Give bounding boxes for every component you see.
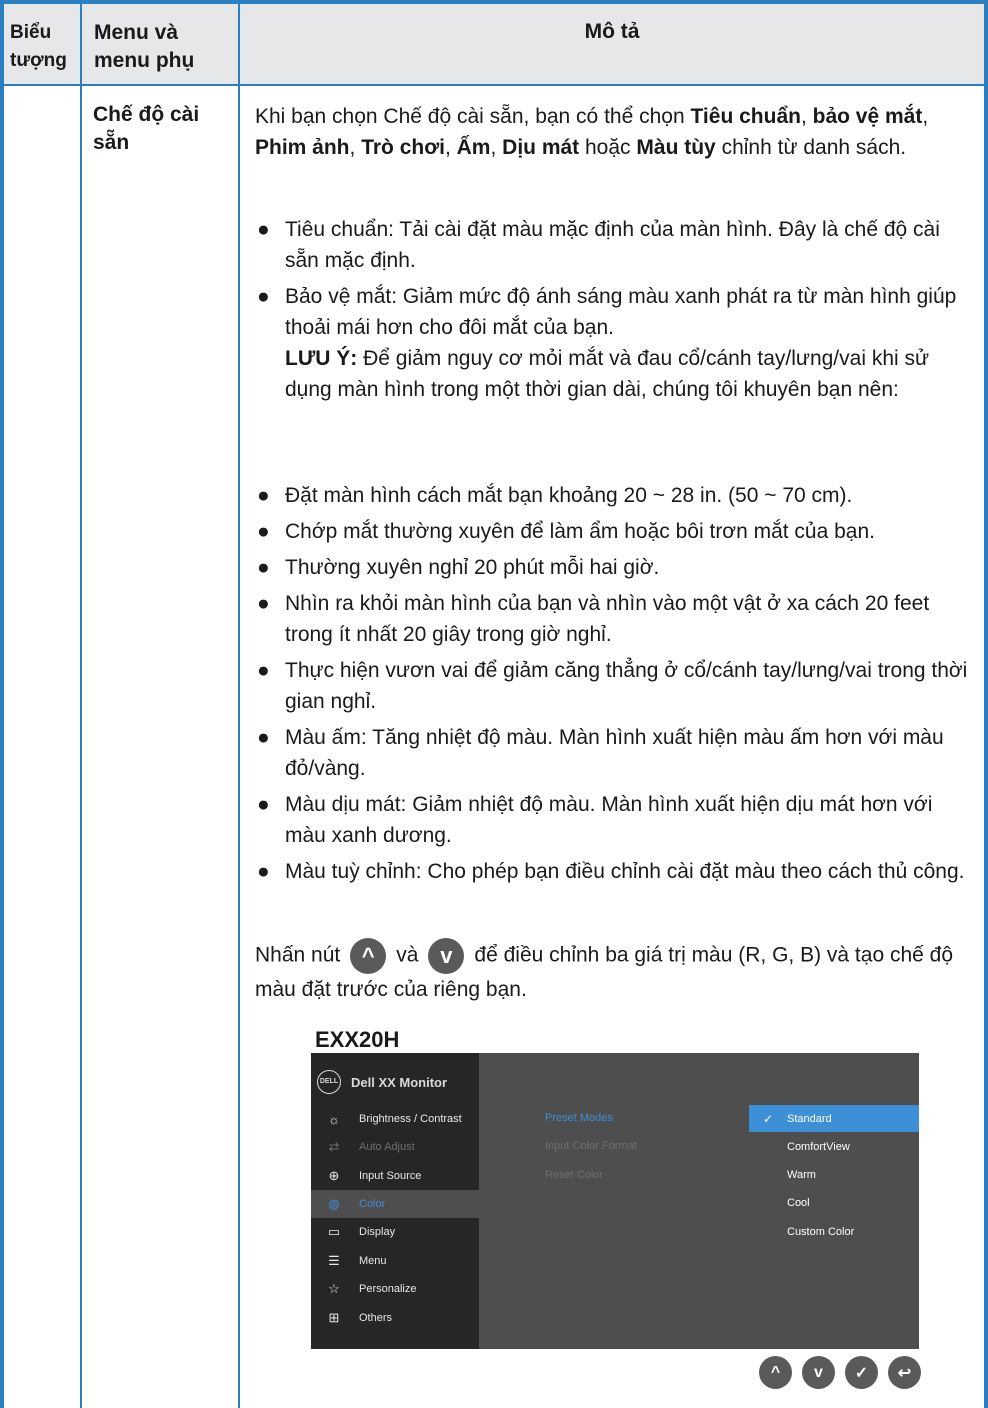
dell-logo: DELL: [317, 1070, 341, 1094]
list-item: ● Màu tuỳ chỉnh: Cho phép bạn điều chỉnh …: [257, 860, 965, 883]
eye-care-bullets: ● Đặt màn hình cách mắt bạn khoảng 20 ~ 2…: [255, 480, 977, 892]
table-border-right: [984, 0, 988, 1408]
osd-sidebar: DELL Dell XX Monitor ☼ Brightness / Contr…: [311, 1053, 479, 1349]
color-icon: ◍: [328, 1196, 340, 1211]
osd-item-others[interactable]: ⊞ Others: [311, 1304, 479, 1332]
osd-item-auto-adjust[interactable]: ⇄ Auto Adjust: [311, 1133, 479, 1161]
osd-item-brightness[interactable]: ☼ Brightness / Contrast: [311, 1105, 479, 1133]
monitor-model: EXX20H: [315, 1027, 400, 1052]
osd-item-menu[interactable]: ☰ Menu: [311, 1247, 479, 1275]
down-button-icon: v: [428, 938, 465, 974]
osd-brand: DELL Dell XX Monitor: [317, 1069, 447, 1095]
list-item: ● Thực hiện vươn vai để giảm căng thẳng ở…: [257, 659, 968, 713]
osd-nav-buttons: ^ v ✓ ↩: [759, 1356, 921, 1389]
osd-sub-reset-color[interactable]: Reset Color: [545, 1169, 603, 1181]
osd-option-cool[interactable]: Cool: [749, 1189, 919, 1216]
table-border-left: [0, 0, 4, 1408]
osd-screenshot: DELL Dell XX Monitor ☼ Brightness / Contr…: [311, 1053, 919, 1349]
note-label: LƯU Ý:: [285, 347, 358, 370]
osd-sub-preset-modes[interactable]: Preset Modes: [545, 1112, 613, 1124]
menu-name-preset-modes: Chế độ cài sẵn: [93, 103, 200, 154]
list-item: ● Màu dịu mát: Giảm nhiệt độ màu. Màn hìn…: [257, 793, 933, 847]
osd-option-custom-color[interactable]: Custom Color: [749, 1218, 919, 1245]
list-item: ● Tiêu chuẩn: Tải cài đặt màu mặc định củ…: [257, 218, 940, 272]
display-icon: ▭: [327, 1224, 341, 1239]
list-item: ● Thường xuyên nghỉ 20 phút mỗi hai giờ.: [257, 556, 660, 579]
up-icon[interactable]: ^: [759, 1356, 792, 1389]
list-item: ● Bảo vệ mắt: Giảm mức độ ánh sáng màu xa…: [257, 285, 957, 401]
osd-brand-name: Dell XX Monitor: [351, 1074, 448, 1090]
up-button-icon: ^: [350, 938, 387, 974]
list-item: ● Chớp mắt thường xuyên để làm ẩm hoặc bô…: [257, 520, 875, 543]
auto-adjust-icon: ⇄: [328, 1139, 340, 1154]
input-source-icon: ⊕: [328, 1168, 340, 1183]
press-instruction: Nhấn nút ^ và v để điều chỉnh ba giá trị màu…: [255, 938, 975, 1005]
column-divider-2: [238, 0, 240, 1408]
osd-option-comfortview[interactable]: ComfortView: [749, 1133, 919, 1160]
osd-item-display[interactable]: ▭ Display: [311, 1218, 479, 1246]
header-description-column: Mô tả: [584, 20, 640, 43]
header-icon-column: Biểu tượng: [10, 22, 67, 71]
osd-item-personalize[interactable]: ☆ Personalize: [311, 1275, 479, 1303]
check-icon[interactable]: ✓: [845, 1356, 878, 1389]
personalize-icon: ☆: [328, 1281, 340, 1296]
down-icon[interactable]: v: [802, 1356, 835, 1389]
list-item: ● Nhìn ra khỏi màn hình của bạn và nhìn v…: [257, 592, 930, 646]
intro-paragraph: Khi bạn chọn Chế độ cài sẵn, bạn có thể …: [255, 105, 929, 159]
table-border-top: [0, 0, 988, 4]
list-item: ● Màu ấm: Tăng nhiệt độ màu. Màn hình xuấ…: [257, 726, 944, 780]
osd-sub-input-color-format[interactable]: Input Color Format: [545, 1140, 637, 1152]
back-icon[interactable]: ↩: [888, 1356, 921, 1389]
others-icon: ⊞: [328, 1310, 340, 1325]
menu-icon: ☰: [328, 1253, 340, 1268]
note-text: Để giảm nguy cơ mỏi mắt và đau cổ/cánh t…: [285, 347, 930, 401]
preset-bullets: ● Tiêu chuẩn: Tải cài đặt màu mặc định củ…: [255, 214, 977, 410]
osd-item-input-source[interactable]: ⊕ Input Source: [311, 1162, 479, 1190]
column-divider-1: [80, 0, 82, 1408]
osd-item-color[interactable]: ◍ Color: [311, 1190, 479, 1218]
header-divider: [0, 84, 988, 86]
check-icon: ✓: [762, 1111, 774, 1126]
osd-option-standard[interactable]: ✓ Standard: [749, 1105, 919, 1132]
list-item: ● Đặt màn hình cách mắt bạn khoảng 20 ~ 2…: [257, 484, 853, 507]
header-menu-column: Menu và menu phụ: [94, 21, 195, 72]
brightness-icon: ☼: [328, 1111, 340, 1127]
osd-option-warm[interactable]: Warm: [749, 1161, 919, 1188]
